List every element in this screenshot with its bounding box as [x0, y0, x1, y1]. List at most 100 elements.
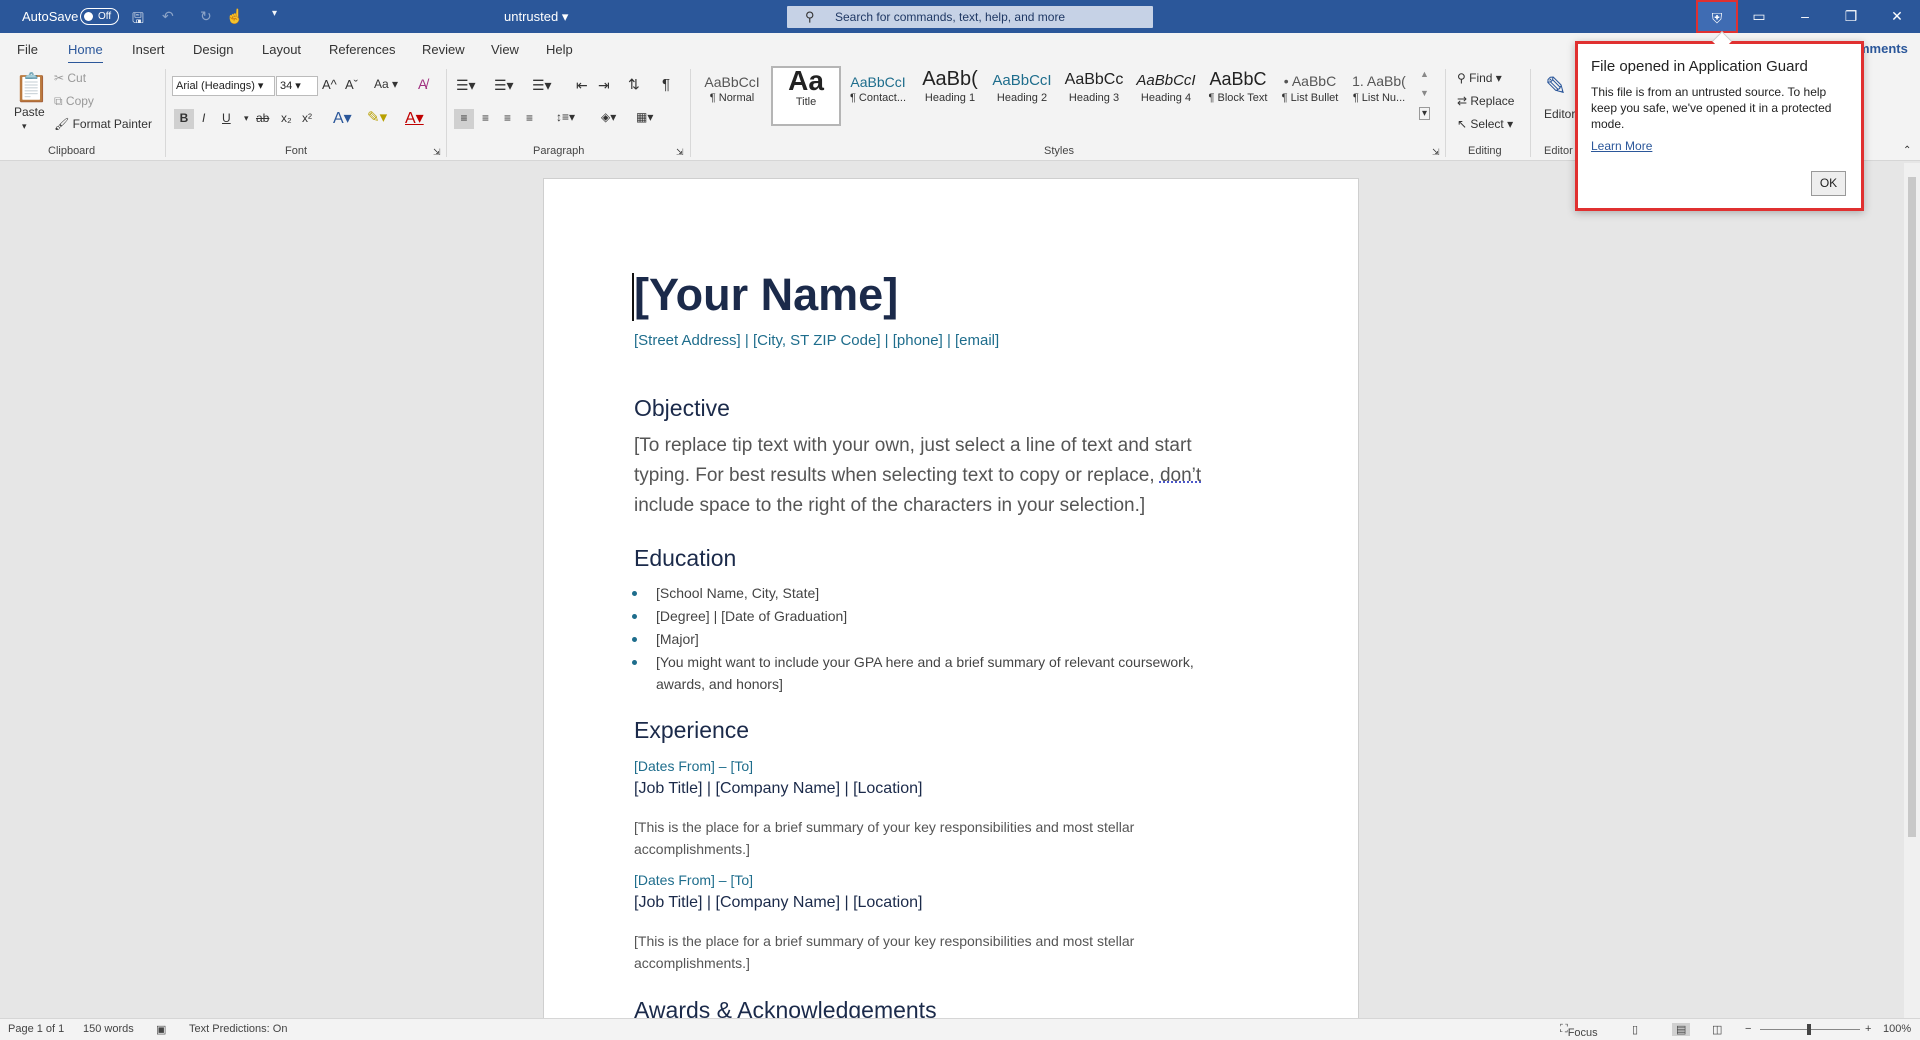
font-name-select[interactable]: Arial (Headings) ▾ [172, 76, 275, 96]
shrink-font-icon[interactable]: Aˇ [345, 77, 358, 92]
paragraph-dialog-launcher-icon[interactable]: ⇲ [676, 147, 684, 158]
multilevel-list-icon[interactable]: ☰▾ [532, 77, 552, 94]
document-title[interactable]: untrusted ▾ [504, 9, 568, 25]
close-icon[interactable]: ✕ [1874, 0, 1920, 33]
borders-icon[interactable]: ▦▾ [636, 110, 653, 124]
job-title[interactable]: [Job Title] | [Company Name] | [Location… [634, 780, 922, 798]
spelling-flag[interactable]: don’t [1160, 465, 1201, 486]
autosave-toggle[interactable]: Off [80, 8, 119, 25]
proofing-icon[interactable]: ▣ [156, 1023, 166, 1036]
document-page[interactable]: [Your Name] [Street Address] | [City, ST… [543, 178, 1359, 1023]
save-icon[interactable]: 🖫 [132, 8, 144, 32]
print-layout-icon[interactable]: ▤ [1672, 1023, 1691, 1036]
italic-button[interactable]: I [202, 111, 205, 125]
sort-icon[interactable]: ⇅ [628, 76, 640, 93]
zoom-level[interactable]: 100% [1883, 1023, 1911, 1035]
tab-home[interactable]: Home [68, 42, 103, 65]
shading-icon[interactable]: ◈▾ [601, 110, 616, 124]
paste-button[interactable]: Paste [14, 105, 45, 119]
job-summary[interactable]: [This is the place for a brief summary o… [634, 816, 1194, 860]
strikethrough-button[interactable]: ab [256, 111, 269, 125]
align-center-icon[interactable]: ≡ [482, 111, 489, 125]
superscript-button[interactable]: x² [302, 111, 312, 125]
justify-icon[interactable]: ≡ [526, 111, 533, 125]
styles-scroll-down-icon[interactable]: ▼ [1420, 88, 1429, 98]
minimize-icon[interactable]: – [1782, 0, 1828, 33]
highlight-icon[interactable]: ✎▾ [367, 108, 387, 126]
restore-icon[interactable]: ❐ [1828, 0, 1874, 33]
ribbon-display-options-icon[interactable]: ▭ [1736, 0, 1782, 33]
job-title[interactable]: [Job Title] | [Company Name] | [Location… [634, 894, 922, 912]
ok-button[interactable]: OK [1811, 171, 1846, 196]
underline-dropdown-icon[interactable]: ▾ [244, 113, 249, 124]
styles-dialog-launcher-icon[interactable]: ⇲ [1432, 147, 1440, 158]
format-painter-button[interactable]: 🖌 Format Painter [54, 117, 152, 131]
tab-help[interactable]: Help [546, 42, 573, 57]
select-button[interactable]: ↖ Select ▾ [1457, 117, 1513, 131]
job-summary[interactable]: [This is the place for a brief summary o… [634, 930, 1194, 974]
redo-icon[interactable]: ↻ [200, 8, 212, 25]
grow-font-icon[interactable]: A^ [322, 77, 337, 92]
page-count[interactable]: Page 1 of 1 [8, 1023, 64, 1035]
education-heading[interactable]: Education [634, 545, 736, 572]
list-item[interactable]: [Degree] | [Date of Graduation] [632, 605, 1236, 627]
read-mode-icon[interactable]: ▯ [1632, 1023, 1638, 1036]
resume-name[interactable]: [Your Name] [634, 269, 898, 321]
increase-indent-icon[interactable]: ⇥ [598, 77, 610, 94]
underline-button[interactable]: U [222, 111, 231, 125]
style-list-number[interactable]: 1. AaBb(¶ List Nu... [1347, 68, 1411, 104]
tab-design[interactable]: Design [193, 42, 233, 57]
subscript-button[interactable]: x₂ [281, 111, 292, 125]
font-size-select[interactable]: 34 ▾ [276, 76, 318, 96]
text-effects-icon[interactable]: A▾ [333, 108, 352, 128]
contact-line[interactable]: [Street Address] | [City, ST ZIP Code] |… [634, 332, 999, 349]
font-color-icon[interactable]: A▾ [405, 108, 424, 128]
bullets-icon[interactable]: ☰▾ [456, 77, 476, 94]
tab-layout[interactable]: Layout [262, 42, 301, 57]
bold-button[interactable]: B [174, 109, 194, 129]
job-dates[interactable]: [Dates From] – [To] [634, 758, 753, 774]
style-heading-4[interactable]: AaBbCcI Heading 4 [1131, 68, 1201, 104]
style-heading-3[interactable]: AaBbCc Heading 3 [1059, 68, 1129, 104]
replace-button[interactable]: ⇄ Replace [1457, 94, 1514, 108]
align-right-icon[interactable]: ≡ [504, 111, 511, 125]
experience-heading[interactable]: Experience [634, 717, 749, 744]
style-normal[interactable]: AaBbCcI ¶ Normal [697, 68, 767, 104]
search-box[interactable]: ⚲ Search for commands, text, help, and mo… [787, 6, 1153, 28]
collapse-ribbon-icon[interactable]: ⌃ [1903, 145, 1911, 156]
paste-dropdown-icon[interactable]: ▾ [22, 121, 27, 132]
styles-more-icon[interactable]: ▾ [1419, 107, 1431, 120]
line-spacing-icon[interactable]: ↕≡▾ [556, 110, 575, 124]
tab-file[interactable]: File [17, 42, 38, 57]
show-formatting-icon[interactable]: ¶ [662, 76, 670, 93]
editor-icon[interactable]: ✎ [1545, 71, 1567, 102]
editor-button[interactable]: Editor [1544, 107, 1575, 121]
style-heading-1[interactable]: AaBb(Heading 1 [915, 68, 985, 104]
tab-view[interactable]: View [491, 42, 519, 57]
scrollbar-thumb[interactable] [1908, 177, 1916, 837]
cut-button[interactable]: ✂ Cut [54, 71, 86, 85]
numbering-icon[interactable]: ☰▾ [494, 77, 514, 94]
style-list-bullet[interactable]: • AaBbC ¶ List Bullet [1275, 68, 1345, 104]
application-guard-icon[interactable]: ⛨ [1696, 0, 1738, 33]
tab-insert[interactable]: Insert [132, 42, 165, 57]
comments-button[interactable]: mments [1858, 41, 1908, 56]
touch-mode-icon[interactable]: ☝ [226, 8, 243, 25]
learn-more-link[interactable]: Learn More [1591, 139, 1652, 153]
text-predictions[interactable]: Text Predictions: On [189, 1023, 287, 1035]
list-item[interactable]: [Major] [632, 628, 1236, 650]
tab-review[interactable]: Review [422, 42, 465, 57]
list-item[interactable]: [School Name, City, State] [632, 582, 1236, 604]
vertical-scrollbar[interactable] [1904, 163, 1920, 1018]
job-dates[interactable]: [Dates From] – [To] [634, 872, 753, 888]
style-block-text[interactable]: AaBbC ¶ Block Text [1203, 68, 1273, 104]
web-layout-icon[interactable]: ◫ [1712, 1023, 1722, 1036]
focus-button[interactable]: ⛶ Focus [1560, 1023, 1598, 1039]
align-left-icon[interactable]: ≡ [454, 109, 474, 129]
find-button[interactable]: ⚲ Find ▾ [1457, 71, 1502, 85]
list-item[interactable]: [You might want to include your GPA here… [632, 651, 1236, 695]
copy-button[interactable]: ⧉ Copy [54, 94, 94, 109]
tab-references[interactable]: References [329, 42, 395, 57]
decrease-indent-icon[interactable]: ⇤ [576, 77, 588, 94]
style-heading-2[interactable]: AaBbCcI Heading 2 [987, 68, 1057, 104]
